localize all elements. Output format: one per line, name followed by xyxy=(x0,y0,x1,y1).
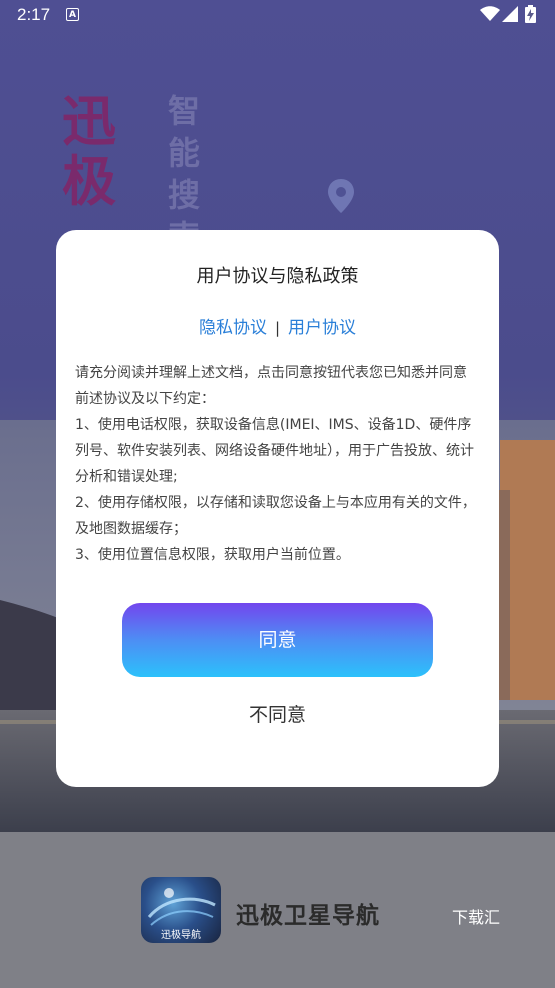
battery-charging-icon xyxy=(525,5,536,23)
body-item-location-permission: 3、使用位置信息权限，获取用户当前位置。 xyxy=(75,547,350,563)
body-item-storage-permission: 2、使用存储权限，以存储和读取您设备上与本应用有关的文件，及地图数据缓存； xyxy=(75,495,476,537)
disagree-button[interactable]: 不同意 xyxy=(56,700,499,727)
map-pin-icon xyxy=(328,179,354,213)
wifi-icon xyxy=(480,6,500,21)
app-name: 迅极卫星导航 xyxy=(236,903,380,929)
dialog-title: 用户协议与隐私政策 xyxy=(196,266,359,287)
a-badge-icon: A xyxy=(66,8,79,21)
dialog-body: 请充分阅读并理解上述文档，点击同意按钮代表您已知悉并同意前述协议及以下约定： 1… xyxy=(75,360,480,568)
bottom-brand-bar: 迅极导航 迅极卫星导航 下载汇 xyxy=(0,832,555,988)
signal-icon xyxy=(502,6,518,22)
status-time: 2:17 xyxy=(17,5,51,24)
link-separator: | xyxy=(274,319,281,337)
status-bar: 2:17 A xyxy=(0,0,555,32)
user-agreement-link[interactable]: 用户协议 xyxy=(288,318,356,338)
splash-title: 迅极 xyxy=(62,90,116,213)
body-intro: 请充分阅读并理解上述文档，点击同意按钮代表您已知悉并同意前述协议及以下约定： xyxy=(75,365,467,407)
download-source-label: 下载汇 xyxy=(452,908,501,927)
app-icon-label: 迅极导航 xyxy=(161,930,201,941)
body-item-phone-permission: 1、使用电话权限，获取设备信息(IMEI、IMS、设备1D、硬件序列号、软件安装… xyxy=(75,417,474,485)
privacy-agreement-link[interactable]: 隐私协议 xyxy=(199,318,267,338)
agreement-links: 隐私协议 | 用户协议 xyxy=(56,313,499,338)
privacy-agreement-dialog: 用户协议与隐私政策 隐私协议 | 用户协议 请充分阅读并理解上述文档，点击同意按钮代… xyxy=(56,230,499,787)
agree-button[interactable]: 同意 xyxy=(122,603,433,677)
app-logo-icon: 迅极导航 xyxy=(141,877,221,943)
